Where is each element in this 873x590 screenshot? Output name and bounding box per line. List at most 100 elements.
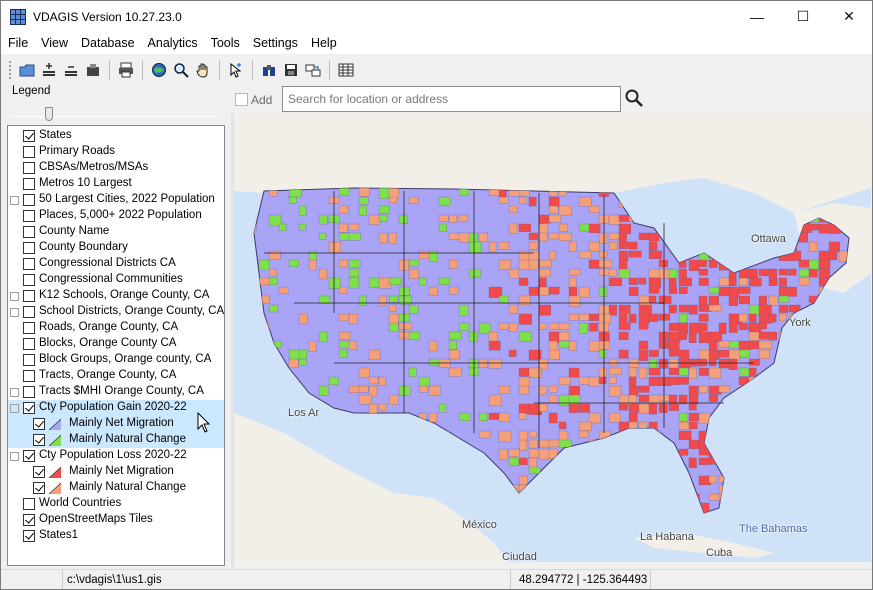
legend-item[interactable]: County Boundary [8, 240, 224, 256]
map-view[interactable]: Ottawa York Los Ar México The Bahamas La… [234, 113, 871, 562]
expand-toggle[interactable] [10, 196, 19, 205]
county-patch [558, 340, 570, 349]
minimize-button[interactable]: — [734, 1, 780, 32]
legend-item[interactable]: World Countries [8, 496, 224, 512]
legend-checkbox[interactable] [23, 370, 35, 382]
legend-checkbox[interactable] [23, 402, 35, 414]
legend-checkbox[interactable] [23, 338, 35, 350]
menu-view[interactable]: View [34, 36, 74, 50]
search-input[interactable] [282, 86, 621, 112]
legend-checkbox[interactable] [23, 130, 35, 142]
open-button[interactable] [16, 59, 38, 81]
legend-checkbox[interactable] [23, 498, 35, 510]
menu-file[interactable]: File [1, 36, 34, 50]
legend-checkbox[interactable] [23, 178, 35, 190]
legend-checkbox[interactable] [23, 514, 35, 526]
expand-toggle[interactable] [10, 308, 19, 317]
expand-toggle[interactable] [10, 452, 19, 461]
legend-checkbox[interactable] [23, 258, 35, 270]
legend-checkbox[interactable] [23, 162, 35, 174]
legend-checkbox[interactable] [23, 386, 35, 398]
menu-tools[interactable]: Tools [204, 36, 246, 50]
legend-checkbox[interactable] [23, 194, 35, 206]
legend-item[interactable]: Tracts $MHI Orange County, CA [8, 384, 224, 400]
binoculars-button[interactable] [258, 59, 280, 81]
legend-item[interactable]: Roads, Orange County, CA [8, 320, 224, 336]
pan-hand-button[interactable] [192, 59, 214, 81]
table-button[interactable] [335, 59, 357, 81]
county-patch [538, 475, 547, 486]
legend-item[interactable]: Congressional Districts CA [8, 256, 224, 272]
legend-item[interactable]: K12 Schools, Orange County, CA [8, 288, 224, 304]
legend-checkbox[interactable] [23, 354, 35, 366]
county-patch [758, 349, 770, 359]
expand-toggle[interactable] [10, 388, 19, 397]
select-pointer-button[interactable] [225, 59, 247, 81]
legend-item[interactable]: Mainly Net Migration [8, 416, 224, 432]
legend-item[interactable]: States1 [8, 528, 224, 544]
legend-checkbox[interactable] [23, 322, 35, 334]
county-patch [798, 385, 808, 396]
legend-item[interactable]: School Districts, Orange County, CA [8, 304, 224, 320]
legend-item[interactable]: County Name [8, 224, 224, 240]
legend-item[interactable]: Places, 5,000+ 2022 Population [8, 208, 224, 224]
legend-layer-list[interactable]: States Primary Roads CBSAs/Metros/MSAs Metr… [7, 125, 225, 566]
legend-item[interactable]: CBSAs/Metros/MSAs [8, 160, 224, 176]
maximize-button[interactable]: ☐ [780, 1, 826, 32]
county-patch [818, 223, 830, 234]
legend-item[interactable]: 50 Largest Cities, 2022 Population [8, 192, 224, 208]
swap-button[interactable] [302, 59, 324, 81]
legend-checkbox[interactable] [23, 530, 35, 542]
county-patch [588, 493, 600, 505]
county-patch [568, 385, 580, 397]
legend-checkbox[interactable] [33, 482, 45, 494]
us-county-map[interactable] [234, 113, 871, 562]
legend-checkbox[interactable] [33, 466, 45, 478]
legend-checkbox[interactable] [23, 306, 35, 318]
legend-checkbox[interactable] [33, 434, 45, 446]
legend-item[interactable]: Cty Population Gain 2020-22 [8, 400, 224, 416]
menu-database[interactable]: Database [74, 36, 141, 50]
legend-checkbox[interactable] [23, 146, 35, 158]
legend-checkbox[interactable] [23, 450, 35, 462]
menu-help[interactable]: Help [304, 36, 343, 50]
menu-analytics[interactable]: Analytics [141, 36, 204, 50]
county-patch [748, 493, 757, 504]
close-button[interactable]: ✕ [826, 1, 872, 32]
legend-checkbox[interactable] [23, 242, 35, 254]
legend-item[interactable]: Primary Roads [8, 144, 224, 160]
legend-checkbox[interactable] [23, 210, 35, 222]
expand-toggle[interactable] [10, 292, 19, 301]
legend-item[interactable]: OpenStreetMaps Tiles [8, 512, 224, 528]
legend-item[interactable]: Metros 10 Largest [8, 176, 224, 192]
remove-layer-button[interactable] [60, 59, 82, 81]
zoom-button[interactable] [170, 59, 192, 81]
legend-checkbox[interactable] [33, 418, 45, 430]
legend-item[interactable]: Mainly Natural Change [8, 480, 224, 496]
legend-item[interactable]: Mainly Natural Change [8, 432, 224, 448]
legend-item[interactable]: Blocks, Orange County CA [8, 336, 224, 352]
transparency-slider-thumb[interactable] [45, 107, 53, 121]
legend-checkbox[interactable] [23, 226, 35, 238]
save-layer-button[interactable] [82, 59, 104, 81]
toolbar-grip[interactable] [9, 60, 12, 79]
legend-item[interactable]: Mainly Net Migration [8, 464, 224, 480]
print-button[interactable] [115, 59, 137, 81]
county-patch [728, 277, 737, 287]
legend-checkbox[interactable] [23, 290, 35, 302]
menu-settings[interactable]: Settings [246, 36, 304, 50]
search-icon[interactable] [624, 88, 644, 108]
add-checkbox[interactable] [235, 93, 248, 106]
expand-toggle[interactable] [10, 404, 19, 413]
globe-button[interactable] [148, 59, 170, 81]
legend-item[interactable]: Congressional Communities [8, 272, 224, 288]
add-layer-button[interactable] [38, 59, 60, 81]
legend-item[interactable]: States [8, 128, 224, 144]
legend-item[interactable]: Tracts, Orange County, CA [8, 368, 224, 384]
legend-item[interactable]: Cty Population Loss 2020-22 [8, 448, 224, 464]
transparency-slider-track[interactable] [10, 116, 220, 117]
county-patch [518, 376, 530, 388]
disk-button[interactable] [280, 59, 302, 81]
legend-checkbox[interactable] [23, 274, 35, 286]
legend-item[interactable]: Block Groups, Orange county, CA [8, 352, 224, 368]
